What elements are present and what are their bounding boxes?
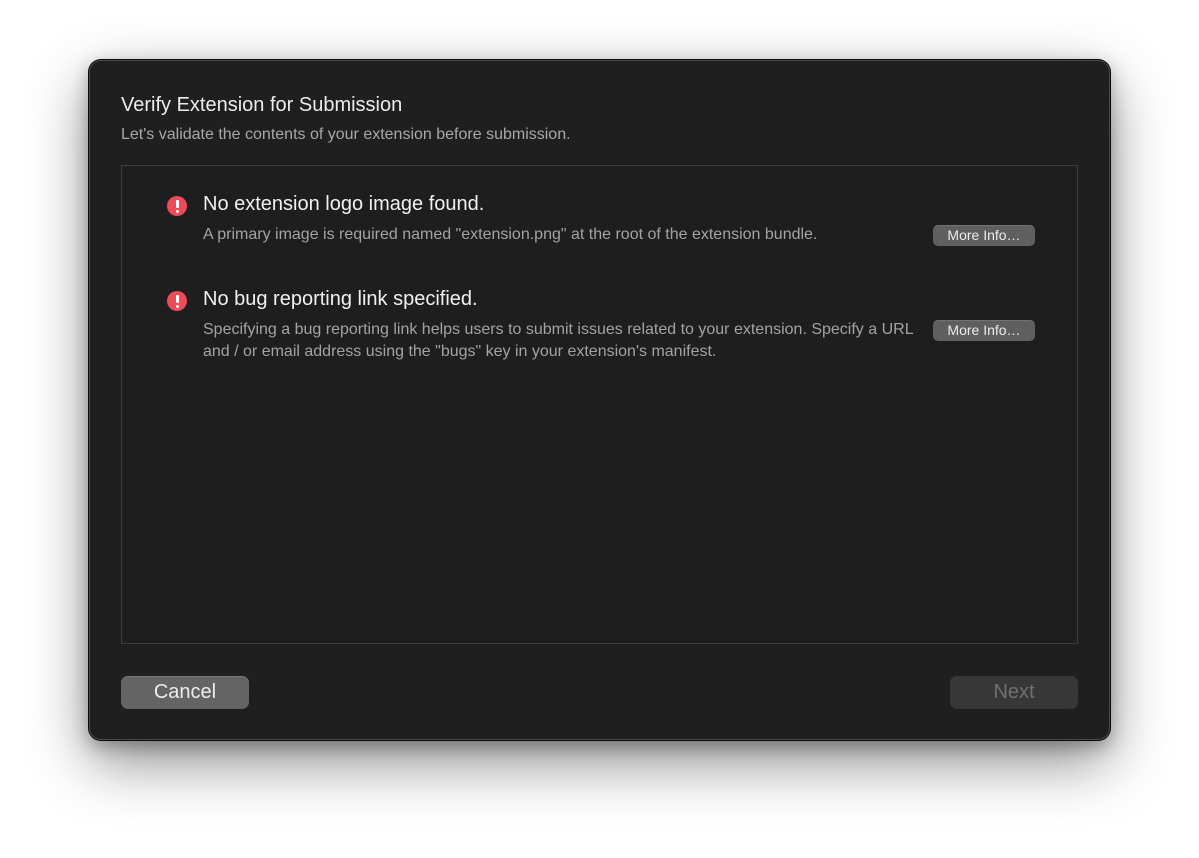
more-info-button[interactable]: More Info… <box>933 225 1035 246</box>
cancel-button[interactable]: Cancel <box>121 676 249 709</box>
dialog-subtitle: Let's validate the contents of your exte… <box>121 126 571 143</box>
error-icon <box>167 196 187 216</box>
verify-extension-dialog: Verify Extension for Submission Let's va… <box>89 60 1110 740</box>
issue-description: Specifying a bug reporting link helps us… <box>203 321 913 360</box>
issue-description: A primary image is required named "exten… <box>203 226 818 243</box>
issue-title: No bug reporting link specified. <box>203 288 478 310</box>
issue-title: No extension logo image found. <box>203 193 485 215</box>
issues-list: No extension logo image found. A primary… <box>121 165 1078 644</box>
next-button[interactable]: Next <box>950 676 1078 709</box>
dialog-title: Verify Extension for Submission <box>121 94 403 116</box>
error-icon <box>167 291 187 311</box>
more-info-button[interactable]: More Info… <box>933 320 1035 341</box>
